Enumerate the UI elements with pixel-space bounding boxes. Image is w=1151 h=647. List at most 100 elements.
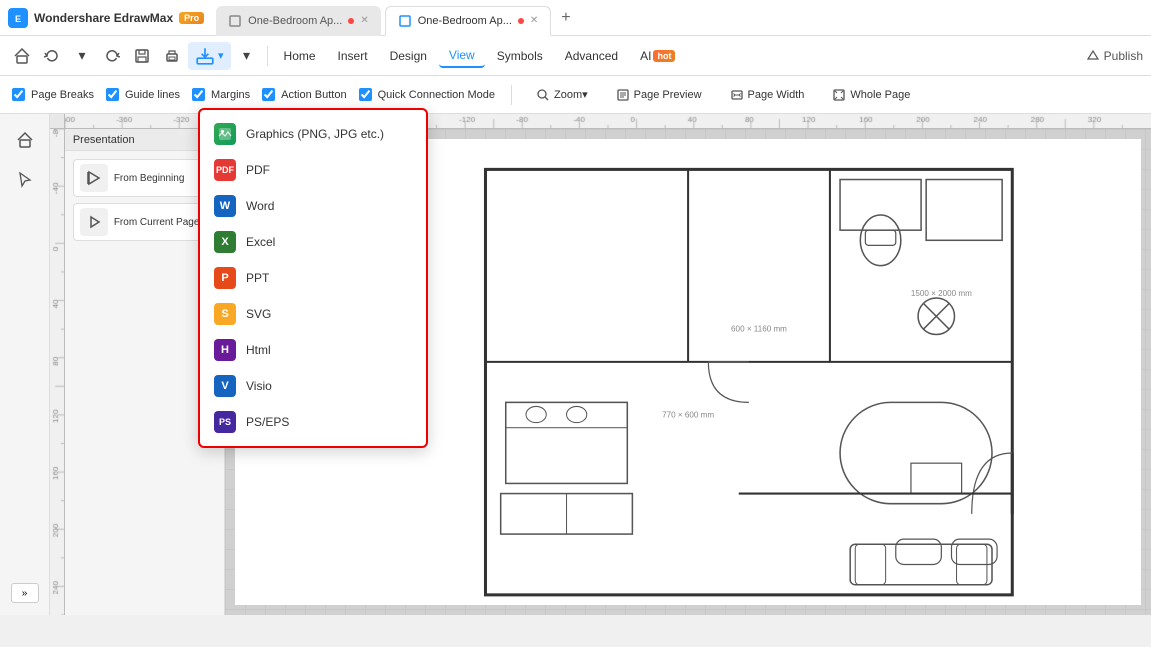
checkbox-action-button[interactable]: Action Button [262,88,346,101]
menu-ai[interactable]: AI hot [630,45,685,67]
checkbox-margins-label: Margins [211,89,250,101]
page-width-icon [730,88,744,102]
tab-2[interactable]: One-Bedroom Ap... ✕ [385,6,552,36]
menu-insert[interactable]: Insert [328,45,378,67]
view-toolbar: Page Breaks Guide lines Margins Action B… [0,76,1151,114]
menu-advanced[interactable]: Advanced [555,45,628,67]
tab-1-icon [228,14,242,28]
checkbox-margins-input[interactable] [192,88,205,101]
checkbox-guide-lines-input[interactable] [106,88,119,101]
export-pdf-label: PDF [246,163,270,177]
export-visio[interactable]: V Visio [200,368,426,404]
whole-page-label: Whole Page [850,89,910,101]
visio-icon: V [214,375,236,397]
export-word-label: Word [246,199,274,213]
sidebar-home[interactable] [7,122,43,158]
export-icon [195,46,215,66]
page-preview-button[interactable]: Page Preview [608,85,710,105]
view-sep-1 [511,85,512,105]
menu-view[interactable]: View [439,44,485,68]
word-icon-text: W [220,200,230,212]
toolbar: ▾ ▾ ▾ Home Insert Design View Symbols Ad… [0,36,1151,76]
export-ppt[interactable]: P PPT [200,260,426,296]
export-button[interactable]: ▾ [188,42,231,70]
export-pseps[interactable]: PS PS/EPS [200,404,426,440]
menu-symbols[interactable]: Symbols [487,45,553,67]
toolbar-sep-1 [267,46,268,66]
sidebar-cursor[interactable] [7,162,43,198]
export-html[interactable]: H Html [200,332,426,368]
html-icon-text: H [221,344,229,356]
excel-icon: X [214,231,236,253]
pdf-icon-text: PDF [216,165,234,175]
page-width-label: Page Width [748,89,805,101]
tab-2-label: One-Bedroom Ap... [418,15,512,27]
tab-1[interactable]: One-Bedroom Ap... ✕ [216,6,381,36]
menu-home[interactable]: Home [274,45,326,67]
zoom-button[interactable]: Zoom▾ [528,85,596,105]
ai-badge: hot [653,50,675,62]
title-bar: E Wondershare EdrawMax Pro One-Bedroom A… [0,0,1151,36]
publish-button[interactable]: Publish [1086,49,1143,63]
checkbox-action-button-input[interactable] [262,88,275,101]
more-options-button[interactable]: ▾ [233,42,261,70]
pseps-icon-text: PS [219,417,231,427]
add-tab-button[interactable]: + [555,9,576,27]
from-beginning-btn[interactable]: From Beginning [73,159,216,197]
app-logo: E Wondershare EdrawMax Pro [8,8,204,28]
export-label: ▾ [218,49,224,62]
ppt-icon: P [214,267,236,289]
zoom-icon [536,88,550,102]
export-graphics-label: Graphics (PNG, JPG etc.) [246,127,384,141]
tab-2-close[interactable]: ✕ [530,15,538,26]
checkbox-quick-connection[interactable]: Quick Connection Mode [359,88,495,101]
svg-icon-text: S [221,308,228,320]
export-word[interactable]: W Word [200,188,426,224]
from-beginning-icon [80,164,108,192]
undo-button[interactable] [38,42,66,70]
vertical-ruler [50,129,65,615]
print-button[interactable] [158,42,186,70]
app-logo-icon: E [8,8,28,28]
export-svg[interactable]: S SVG [200,296,426,332]
home-button[interactable] [8,42,36,70]
svg-text:770 × 600 mm: 770 × 600 mm [662,411,714,420]
presentation-title: Presentation [73,134,135,146]
ruler-corner [50,114,65,129]
checkbox-guide-lines-label: Guide lines [125,89,180,101]
save-button[interactable] [128,42,156,70]
checkbox-quick-connection-input[interactable] [359,88,372,101]
view-section-zoom: Zoom▾ Page Preview Page Width Whole Page [528,85,918,105]
svg-text:1500 × 2000 mm: 1500 × 2000 mm [911,289,972,298]
checkbox-action-button-label: Action Button [281,89,346,101]
export-graphics[interactable]: Graphics (PNG, JPG etc.) [200,116,426,152]
word-icon: W [214,195,236,217]
checkbox-page-breaks-input[interactable] [12,88,25,101]
view-section-checkboxes: Page Breaks Guide lines Margins Action B… [12,88,495,101]
whole-page-button[interactable]: Whole Page [824,85,918,105]
collapse-sidebar-button[interactable]: » [11,583,39,603]
page-width-button[interactable]: Page Width [722,85,813,105]
publish-label: Publish [1104,49,1143,63]
from-current-page-btn[interactable]: From Current Page [73,203,216,241]
pseps-icon: PS [214,411,236,433]
menu-design[interactable]: Design [380,45,437,67]
export-pdf[interactable]: PDF PDF [200,152,426,188]
tab-1-label: One-Bedroom Ap... [248,15,342,27]
checkbox-margins[interactable]: Margins [192,88,250,101]
undo-dropdown[interactable]: ▾ [68,42,96,70]
tab-2-dot [518,18,524,24]
tab-1-close[interactable]: ✕ [360,15,368,26]
export-ppt-label: PPT [246,271,269,285]
svg-icon: S [214,303,236,325]
publish-icon [1086,49,1100,63]
export-dropdown: Graphics (PNG, JPG etc.) PDF PDF W Word … [198,108,428,448]
graphics-icon [214,123,236,145]
from-current-label: From Current Page [114,217,200,228]
checkbox-quick-connection-label: Quick Connection Mode [378,89,495,101]
redo-button[interactable] [98,42,126,70]
export-excel[interactable]: X Excel [200,224,426,260]
main-layout: » Presentation ⚙ [0,114,1151,615]
checkbox-page-breaks[interactable]: Page Breaks [12,88,94,101]
checkbox-guide-lines[interactable]: Guide lines [106,88,180,101]
